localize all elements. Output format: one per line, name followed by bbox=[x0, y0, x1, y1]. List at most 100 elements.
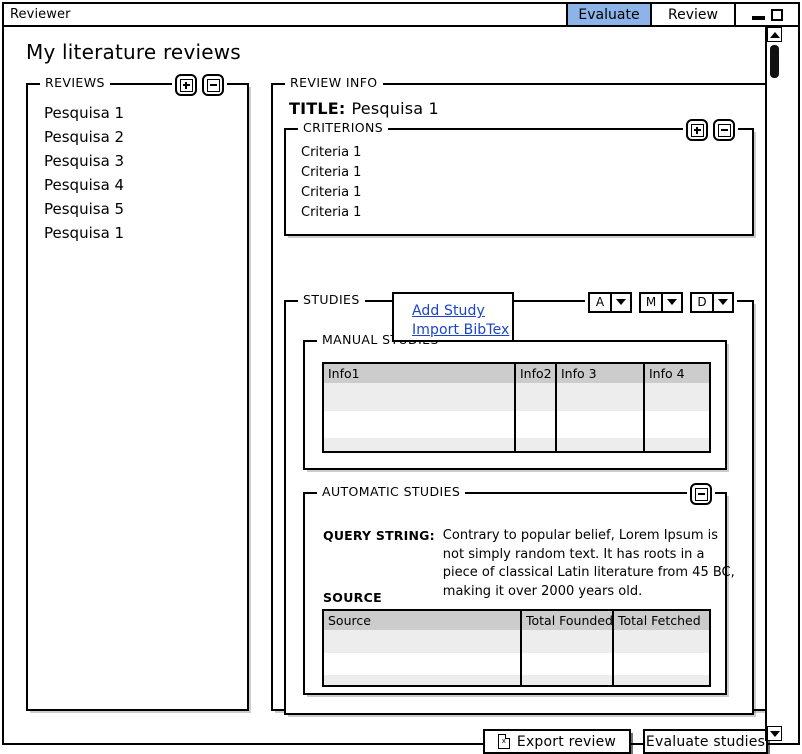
table-body bbox=[324, 383, 709, 451]
list-item[interactable]: Pesquisa 4 bbox=[42, 173, 239, 197]
title-bar: Reviewer Evaluate Review bbox=[2, 2, 800, 27]
column-header[interactable]: Info 4 bbox=[645, 364, 709, 383]
vertical-scrollbar[interactable] bbox=[765, 27, 782, 741]
table-cell bbox=[324, 411, 516, 438]
list-item[interactable]: Pesquisa 1 bbox=[42, 101, 239, 125]
table-cell bbox=[614, 675, 709, 685]
export-review-button[interactable]: x Export review bbox=[483, 729, 631, 754]
scroll-down-button[interactable] bbox=[767, 726, 782, 741]
studies-button-m-label: M bbox=[639, 291, 662, 313]
studies-button-a[interactable]: A bbox=[588, 291, 632, 313]
table-cell bbox=[557, 383, 645, 411]
table-cell bbox=[557, 438, 645, 451]
studies-panel: STUDIES A M D MANUAL STUDIES Info1 Info2… bbox=[284, 289, 754, 715]
table-cell bbox=[516, 383, 557, 411]
remove-icon bbox=[206, 78, 220, 92]
reviews-panel-legend: REVIEWS bbox=[40, 76, 110, 90]
tab-review[interactable]: Review bbox=[650, 4, 734, 25]
menu-item-add-study[interactable]: Add Study bbox=[412, 302, 498, 321]
list-item[interactable]: Pesquisa 3 bbox=[42, 149, 239, 173]
automatic-studies-panel: AUTOMATIC STUDIES QUERY STRING: Contrary… bbox=[303, 481, 735, 695]
content-area: My literature reviews REVIEWS Pesquisa 1… bbox=[4, 27, 782, 754]
column-header[interactable]: Info2 bbox=[516, 364, 557, 383]
review-title-row: TITLE: Pesquisa 1 bbox=[289, 99, 439, 118]
table-cell bbox=[614, 630, 709, 653]
table-row[interactable] bbox=[324, 653, 709, 675]
studies-button-a-caret[interactable] bbox=[611, 291, 632, 313]
table-cell bbox=[324, 630, 522, 653]
remove-icon bbox=[694, 487, 708, 501]
list-item[interactable]: Pesquisa 2 bbox=[42, 125, 239, 149]
table-cell bbox=[645, 383, 709, 411]
studies-button-d-caret[interactable] bbox=[713, 291, 734, 313]
window-tabs: Evaluate Review bbox=[566, 4, 734, 25]
studies-button-m[interactable]: M bbox=[639, 291, 683, 313]
column-header[interactable]: Source bbox=[324, 611, 522, 630]
table-cell bbox=[516, 438, 557, 451]
list-item[interactable]: Criteria 1 bbox=[301, 183, 361, 203]
list-item[interactable]: Criteria 1 bbox=[301, 163, 361, 183]
menu-item-import-bibtex[interactable]: Import BibTex bbox=[412, 321, 509, 340]
chevron-down-icon bbox=[667, 299, 677, 305]
table-row[interactable] bbox=[324, 675, 709, 685]
automatic-studies-legend: AUTOMATIC STUDIES bbox=[317, 485, 466, 499]
remove-review-button[interactable] bbox=[202, 74, 224, 96]
column-header[interactable]: Total Fetched bbox=[614, 611, 709, 630]
studies-tools: A M D bbox=[585, 289, 737, 315]
chevron-up-icon bbox=[769, 31, 780, 38]
window-body: My literature reviews REVIEWS Pesquisa 1… bbox=[2, 27, 800, 754]
table-cell bbox=[324, 653, 522, 675]
add-review-button[interactable] bbox=[175, 74, 197, 96]
chevron-down-icon bbox=[718, 299, 728, 305]
studies-button-d[interactable]: D bbox=[690, 291, 734, 313]
add-icon bbox=[179, 78, 193, 92]
column-header[interactable]: Total Founded bbox=[522, 611, 614, 630]
studies-button-d-label: D bbox=[690, 291, 713, 313]
criteria-list: Criteria 1 Criteria 1 Criteria 1 Criteri… bbox=[301, 143, 361, 223]
table-row[interactable] bbox=[324, 630, 709, 653]
list-item[interactable]: Criteria 1 bbox=[301, 143, 361, 163]
list-item[interactable]: Pesquisa 5 bbox=[42, 197, 239, 221]
evaluate-studies-label: Evaluate studies bbox=[645, 733, 766, 750]
list-item[interactable]: Pesquisa 1 bbox=[42, 221, 239, 245]
table-cell bbox=[614, 653, 709, 675]
review-title-value: Pesquisa 1 bbox=[351, 99, 439, 118]
studies-button-a-label: A bbox=[588, 291, 611, 313]
manual-studies-table: Info1 Info2 Info 3 Info 4 bbox=[322, 362, 711, 453]
add-icon bbox=[690, 123, 704, 137]
table-cell bbox=[522, 630, 614, 653]
table-row[interactable] bbox=[324, 438, 709, 451]
export-review-label: Export review bbox=[516, 733, 617, 750]
page-title: My literature reviews bbox=[26, 40, 241, 64]
reviews-panel: REVIEWS Pesquisa 1 Pesquisa 2 Pesquisa 3… bbox=[26, 72, 249, 711]
add-criteria-button[interactable] bbox=[686, 119, 708, 141]
query-string-value: Contrary to popular belief, Lorem Ipsum … bbox=[442, 528, 735, 599]
table-row[interactable] bbox=[324, 383, 709, 411]
table-cell bbox=[522, 675, 614, 685]
remove-criteria-button[interactable] bbox=[713, 119, 735, 141]
table-header-row: Info1 Info2 Info 3 Info 4 bbox=[324, 364, 709, 383]
minimize-icon[interactable] bbox=[751, 16, 765, 20]
scroll-thumb[interactable] bbox=[770, 45, 779, 78]
evaluate-studies-button[interactable]: Evaluate studies bbox=[643, 729, 768, 754]
studies-button-m-caret[interactable] bbox=[662, 291, 683, 313]
source-label: SOURCE bbox=[323, 590, 382, 605]
review-title-label: TITLE: bbox=[289, 99, 346, 118]
table-cell bbox=[645, 411, 709, 438]
window-controls bbox=[734, 4, 798, 25]
reviews-list: Pesquisa 1 Pesquisa 2 Pesquisa 3 Pesquis… bbox=[42, 101, 239, 245]
column-header[interactable]: Info1 bbox=[324, 364, 516, 383]
list-item[interactable]: Criteria 1 bbox=[301, 203, 361, 223]
criterions-legend: CRITERIONS bbox=[298, 121, 389, 135]
column-header[interactable]: Info 3 bbox=[557, 364, 645, 383]
tab-evaluate[interactable]: Evaluate bbox=[566, 4, 650, 25]
tab-review-label: Review bbox=[668, 6, 718, 23]
table-cell bbox=[557, 411, 645, 438]
query-string-block: QUERY STRING: Contrary to popular belief… bbox=[323, 527, 743, 601]
criterions-panel: CRITERIONS Criteria 1 Criteria 1 Criteri… bbox=[284, 117, 754, 236]
table-row[interactable] bbox=[324, 411, 709, 438]
remove-automatic-study-button[interactable] bbox=[690, 483, 712, 505]
scroll-up-button[interactable] bbox=[767, 27, 782, 42]
maximize-icon[interactable] bbox=[770, 8, 783, 21]
review-info-legend: REVIEW INFO bbox=[285, 76, 383, 90]
